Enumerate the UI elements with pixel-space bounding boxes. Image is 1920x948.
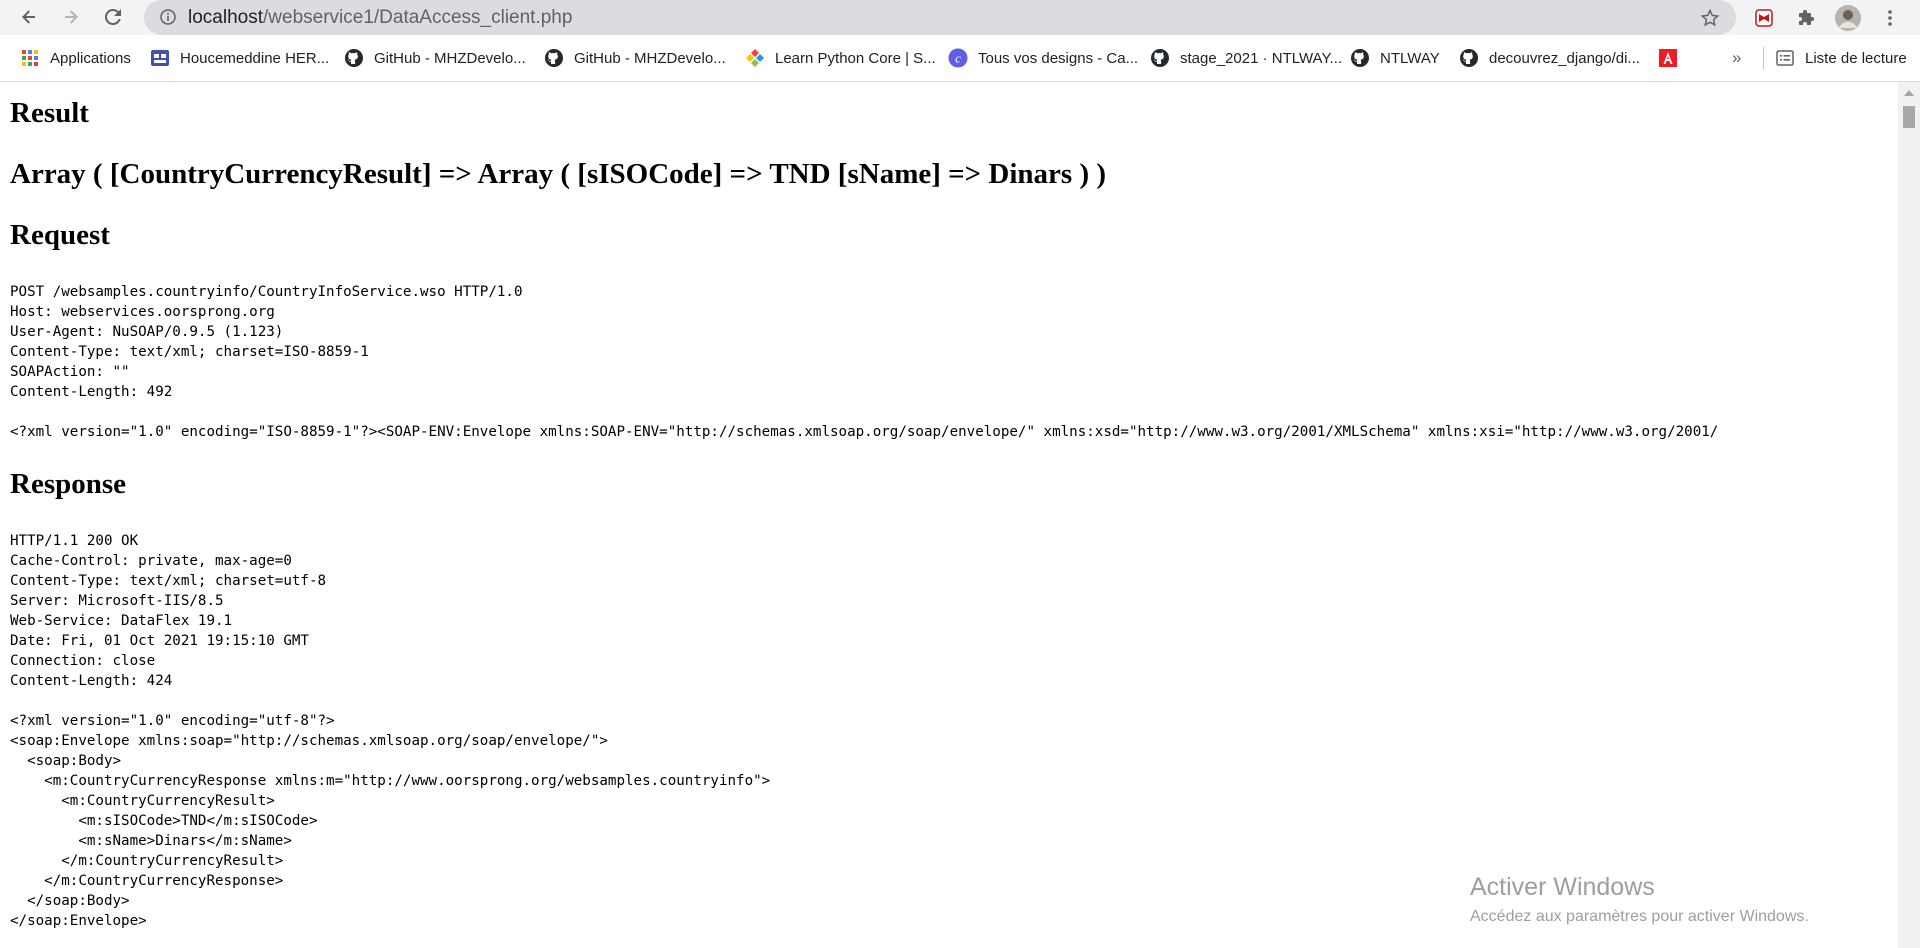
reload-icon [104,8,121,25]
bookmark-github-1[interactable]: GitHub - MHZDevelo... [344,35,526,81]
request-heading: Request [10,219,110,251]
back-button[interactable] [14,2,44,32]
acrobat-icon [1659,49,1677,67]
reading-list-label: Liste de lecture [1805,49,1907,67]
apps-grid-icon [22,50,38,66]
browser-toolbar: localhost/webservice1/DataAccess_client.… [0,0,1920,35]
response-heading: Response [10,468,127,500]
bookmark-canva[interactable]: c Tous vos designs - Ca... [948,35,1138,81]
bookmark-learn-python[interactable]: Learn Python Core | S... [745,35,936,81]
arrow-left-icon [22,10,35,24]
bookmark-github-2[interactable]: GitHub - MHZDevelo... [544,35,726,81]
browser-menu-button[interactable] [1877,5,1903,31]
avatar-icon [1835,5,1861,31]
watermark-title: Activer Windows [1470,873,1655,901]
bookmark-label: NTLWAY [1380,49,1440,67]
extension-mcafee-button[interactable] [1751,5,1777,31]
bookmark-label: Learn Python Core | S... [775,49,936,67]
reading-list-icon [1776,50,1794,66]
more-vertical-icon [1888,10,1892,26]
mcafee-icon [1755,9,1773,27]
watermark-subtitle: Accédez aux paramètres pour activer Wind… [1470,908,1809,925]
bookmark-acrobat[interactable] [1658,35,1688,81]
reload-button[interactable] [98,2,128,32]
request-body: POST /websamples.countryinfo/CountryInfo… [10,284,1719,440]
bookmark-label: stage_2021 · NTLWAY... [1180,49,1343,67]
bookmarks-bar: Applications Houcemeddine HER... GitHub … [0,35,1920,82]
bookmark-applications[interactable]: Applications [20,35,131,81]
github-icon [545,49,563,67]
github-icon [345,49,363,67]
bookmark-stage-2021[interactable]: stage_2021 · NTLWAY... [1150,35,1342,81]
reading-list-button[interactable]: Liste de lecture [1775,35,1907,81]
bookmarks-divider [1763,47,1764,69]
vertical-scrollbar[interactable] [1898,82,1920,948]
address-bar[interactable]: localhost/webservice1/DataAccess_client.… [144,0,1736,35]
url-host: localhost [188,7,263,28]
bookmark-page-icon [151,50,169,66]
github-icon [1460,49,1478,67]
response-body: HTTP/1.1 200 OK Cache-Control: private, … [10,533,771,929]
star-icon[interactable] [1700,8,1720,28]
canva-icon: c [948,48,968,68]
svg-text:c: c [955,51,961,66]
windows-activation-watermark: Activer Windows Accédez aux paramètres p… [1470,873,1809,926]
bookmark-ntlway[interactable]: NTLWAY [1350,35,1440,81]
sololearn-icon [746,49,764,67]
page-content: Result Array ( [CountryCurrencyResult] =… [0,82,1898,948]
profile-avatar[interactable] [1835,5,1861,31]
bookmark-label: decouvrez_django/di... [1489,49,1640,67]
bookmark-label: GitHub - MHZDevelo... [374,49,526,67]
bookmark-label: Houcemeddine HER... [180,49,330,67]
bookmark-decouvrez-django[interactable]: decouvrez_django/di... [1459,35,1640,81]
bookmark-label: GitHub - MHZDevelo... [574,49,726,67]
url-text[interactable]: localhost/webservice1/DataAccess_client.… [188,0,572,35]
more-bookmarks-button[interactable]: » [1732,35,1741,81]
result-heading: Result [10,97,89,129]
more-bookmarks-label: » [1732,48,1742,67]
github-icon [1151,49,1169,67]
info-icon[interactable] [160,9,176,25]
bookmark-houcemeddine[interactable]: Houcemeddine HER... [150,35,329,81]
url-path: /webservice1/DataAccess_client.php [263,7,573,28]
scroll-up-arrow[interactable] [1904,90,1914,96]
scrollbar-thumb[interactable] [1903,106,1915,128]
result-value: Array ( [CountryCurrencyResult] => Array… [10,158,1107,190]
puzzle-icon [1799,10,1814,25]
arrow-right-icon [65,10,78,24]
bookmark-label: Tous vos designs - Ca... [978,49,1139,67]
github-icon [1351,49,1369,67]
forward-button[interactable] [56,2,86,32]
extensions-button[interactable] [1793,5,1819,31]
bookmark-label: Applications [50,49,131,67]
